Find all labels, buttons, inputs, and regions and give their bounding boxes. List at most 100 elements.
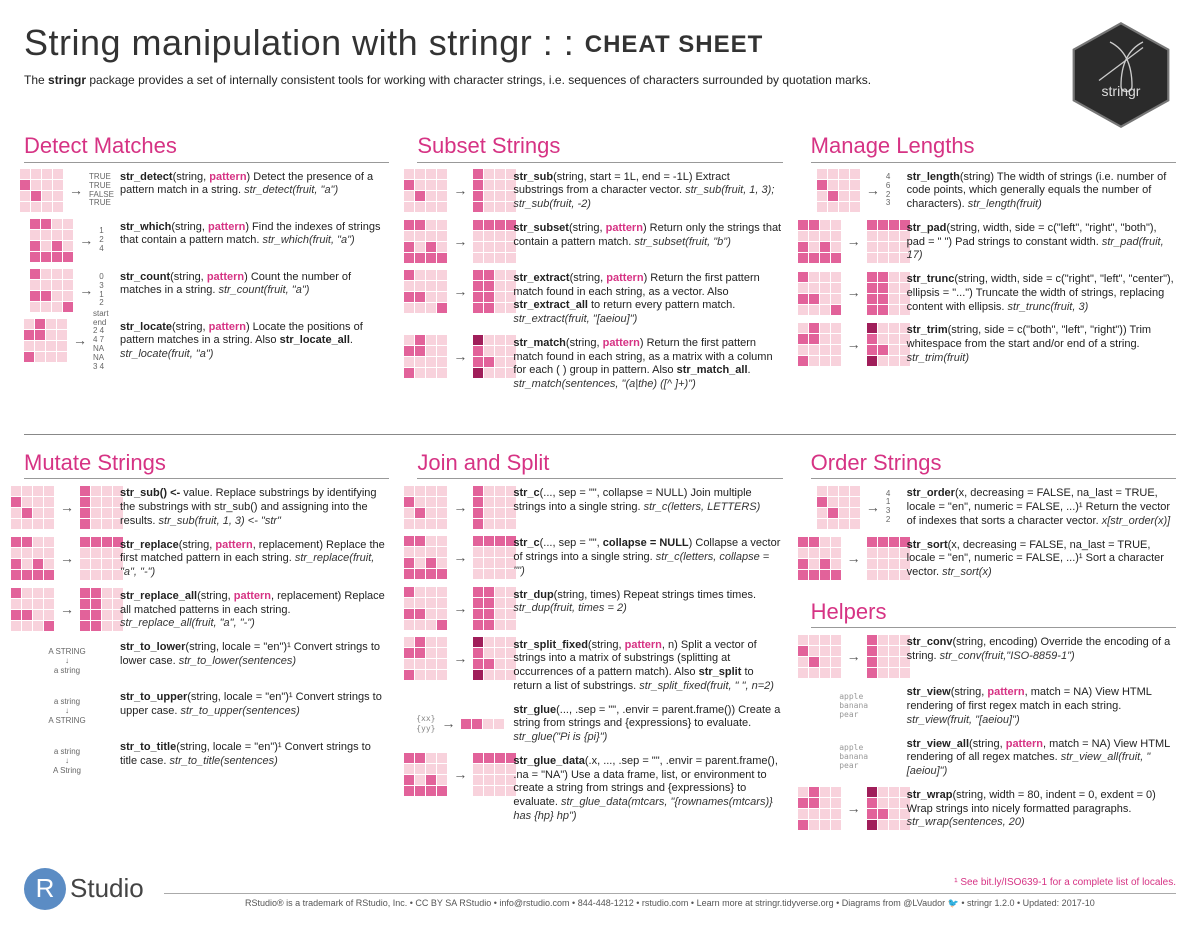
- thumb-icon: →: [417, 589, 503, 629]
- entry-text: str_detect(string, pattern) Detect the p…: [120, 171, 389, 211]
- hex-icon: [1066, 20, 1176, 130]
- thumb-icon: →: [811, 789, 897, 829]
- entry-text: str_count(string, pattern) Count the num…: [120, 271, 389, 311]
- thumb-icon: →: [417, 272, 503, 312]
- thumb-icon: →: [811, 222, 897, 262]
- entry-text: str_trim(string, side = c("both", "left"…: [907, 324, 1176, 365]
- thumb-icon: →: [417, 755, 503, 795]
- entry: →TRUETRUEFALSETRUEstr_detect(string, pat…: [24, 171, 389, 211]
- entry: A STRING↓a stringstr_to_lower(string, lo…: [24, 641, 389, 681]
- thumb-icon: →TRUETRUEFALSETRUE: [24, 171, 110, 211]
- entry: →start end2 44 7NA NA3 4str_locate(strin…: [24, 321, 389, 362]
- header-text: String manipulation with stringr : : CHE…: [24, 20, 1046, 88]
- entry: a string↓A Stringstr_to_title(string, lo…: [24, 741, 389, 781]
- studio-text: Studio: [70, 872, 144, 905]
- entry: {xx} {yy}→str_glue(..., .sep = "", .envi…: [417, 704, 782, 745]
- entry: apple banana pearstr_view_all(string, pa…: [811, 738, 1176, 779]
- thumb-icon: →: [811, 273, 897, 313]
- entry-text: str_to_upper(string, locale = "en")¹ Con…: [120, 691, 389, 731]
- thumb-icon: →: [417, 639, 503, 679]
- section-title: Manage Lengths: [811, 132, 1176, 163]
- section-title: Join and Split: [417, 449, 782, 480]
- locale-footnote: ¹ See bit.ly/ISO639-1 for a complete lis…: [164, 877, 1176, 890]
- entry-text: str_c(..., sep = "", collapse = NULL) Jo…: [513, 487, 782, 527]
- entry-text: str_replace(string, pattern, replacement…: [120, 539, 389, 580]
- entry-text: str_which(string, pattern) Find the inde…: [120, 221, 389, 261]
- thumb-icon: →124: [24, 221, 110, 261]
- title-main: String manipulation with stringr : :: [24, 22, 574, 63]
- section-title: Subset Strings: [417, 132, 782, 163]
- entry: →str_sub(string, start = 1L, end = -1L) …: [417, 171, 782, 212]
- thumb-icon: →: [417, 537, 503, 577]
- thumb-icon: →: [811, 324, 897, 364]
- entry-text: str_view(string, pattern, match = NA) Vi…: [907, 686, 1176, 727]
- entry: →str_replace_all(string, pattern, replac…: [24, 590, 389, 631]
- thumb-icon: →: [24, 539, 110, 579]
- entry: →0312str_count(string, pattern) Count th…: [24, 271, 389, 311]
- section-title: Order Strings: [811, 449, 1176, 480]
- footer: R Studio ¹ See bit.ly/ISO639-1 for a com…: [24, 868, 1176, 910]
- thumb-icon: →: [417, 487, 503, 527]
- entry: →str_c(..., sep = "", collapse = NULL) C…: [417, 537, 782, 578]
- section-title: Detect Matches: [24, 132, 389, 163]
- entry-text: str_glue_data(.x, ..., .sep = "", .envir…: [513, 755, 782, 824]
- entry: →str_match(string, pattern) Return the f…: [417, 337, 782, 392]
- section-title: Helpers: [811, 598, 1176, 629]
- entry: →str_c(..., sep = "", collapse = NULL) J…: [417, 487, 782, 527]
- thumb-icon: →: [417, 171, 503, 211]
- entry: →124str_which(string, pattern) Find the …: [24, 221, 389, 261]
- entry-text: str_view_all(string, pattern, match = NA…: [907, 738, 1176, 779]
- entry-text: str_split_fixed(string, pattern, n) Spli…: [513, 639, 782, 694]
- entry: →4623str_length(string) The width of str…: [811, 171, 1176, 212]
- entry: apple banana pearstr_view(string, patter…: [811, 686, 1176, 727]
- entry-text: str_replace_all(string, pattern, replace…: [120, 590, 389, 631]
- entry-text: str_to_title(string, locale = "en")¹ Con…: [120, 741, 389, 781]
- thumb-icon: →: [811, 539, 897, 579]
- thumb-icon: apple banana pear: [811, 738, 897, 778]
- hex-label: stringr: [1102, 83, 1141, 101]
- entry: →str_split_fixed(string, pattern, n) Spl…: [417, 639, 782, 694]
- thumb-icon: →: [811, 636, 897, 676]
- entry: →str_subset(string, pattern) Return only…: [417, 222, 782, 262]
- rstudio-logo: R Studio: [24, 868, 144, 910]
- section-lengths: Manage Lengths →4623str_length(string) T…: [811, 132, 1176, 402]
- entry-text: str_glue(..., .sep = "", .envir = parent…: [513, 704, 782, 745]
- section-subset: Subset Strings →str_sub(string, start = …: [417, 132, 782, 402]
- thumb-icon: →: [24, 487, 110, 527]
- thumb-icon: a string↓A STRING: [24, 691, 110, 731]
- entry-text: str_trunc(string, width, side = c("right…: [907, 273, 1176, 314]
- entry-text: str_length(string) The width of strings …: [907, 171, 1176, 212]
- entry-text: str_dup(string, times) Repeat strings ti…: [513, 589, 782, 629]
- entry-text: str_subset(string, pattern) Return only …: [513, 222, 782, 262]
- top-columns: Detect Matches →TRUETRUEFALSETRUEstr_det…: [24, 132, 1176, 420]
- thumb-icon: →0312: [24, 271, 110, 311]
- thumb-icon: apple banana pear: [811, 686, 897, 726]
- entry-text: str_to_lower(string, locale = "en")¹ Con…: [120, 641, 389, 681]
- entry-text: str_c(..., sep = "", collapse = NULL) Co…: [513, 537, 782, 578]
- footer-line: RStudio® is a trademark of RStudio, Inc.…: [164, 893, 1176, 909]
- thumb-icon: →: [417, 337, 503, 377]
- section-join: Join and Split →str_c(..., sep = "", col…: [417, 449, 782, 834]
- entry: →str_replace(string, pattern, replacemen…: [24, 539, 389, 580]
- thumb-icon: a string↓A String: [24, 741, 110, 781]
- thumb-icon: {xx} {yy}→: [417, 704, 503, 744]
- section-title: Mutate Strings: [24, 449, 389, 480]
- intro: The stringr package provides a set of in…: [24, 73, 1046, 88]
- hex-logo: stringr: [1066, 20, 1176, 120]
- entry: →str_trunc(string, width, side = c("righ…: [811, 273, 1176, 314]
- thumb-icon: →: [417, 222, 503, 262]
- section-mutate: Mutate Strings →str_sub() <- value. Repl…: [24, 449, 389, 834]
- col3-bottom: Order Strings →4132str_order(x, decreasi…: [811, 449, 1176, 852]
- section-detect: Detect Matches →TRUETRUEFALSETRUEstr_det…: [24, 132, 389, 402]
- entry: →str_conv(string, encoding) Override the…: [811, 636, 1176, 676]
- entry: →str_dup(string, times) Repeat strings t…: [417, 589, 782, 629]
- entry: →4132str_order(x, decreasing = FALSE, na…: [811, 487, 1176, 528]
- thumb-icon: A STRING↓a string: [24, 641, 110, 681]
- divider: [24, 434, 1176, 435]
- title-sub: CHEAT SHEET: [585, 31, 764, 58]
- entry-text: str_sort(x, decreasing = FALSE, na_last …: [907, 539, 1176, 580]
- entry: →str_sub() <- value. Replace substrings …: [24, 487, 389, 528]
- entry: →str_sort(x, decreasing = FALSE, na_last…: [811, 539, 1176, 580]
- entry: →str_extract(string, pattern) Return the…: [417, 272, 782, 327]
- entry: →str_trim(string, side = c("both", "left…: [811, 324, 1176, 365]
